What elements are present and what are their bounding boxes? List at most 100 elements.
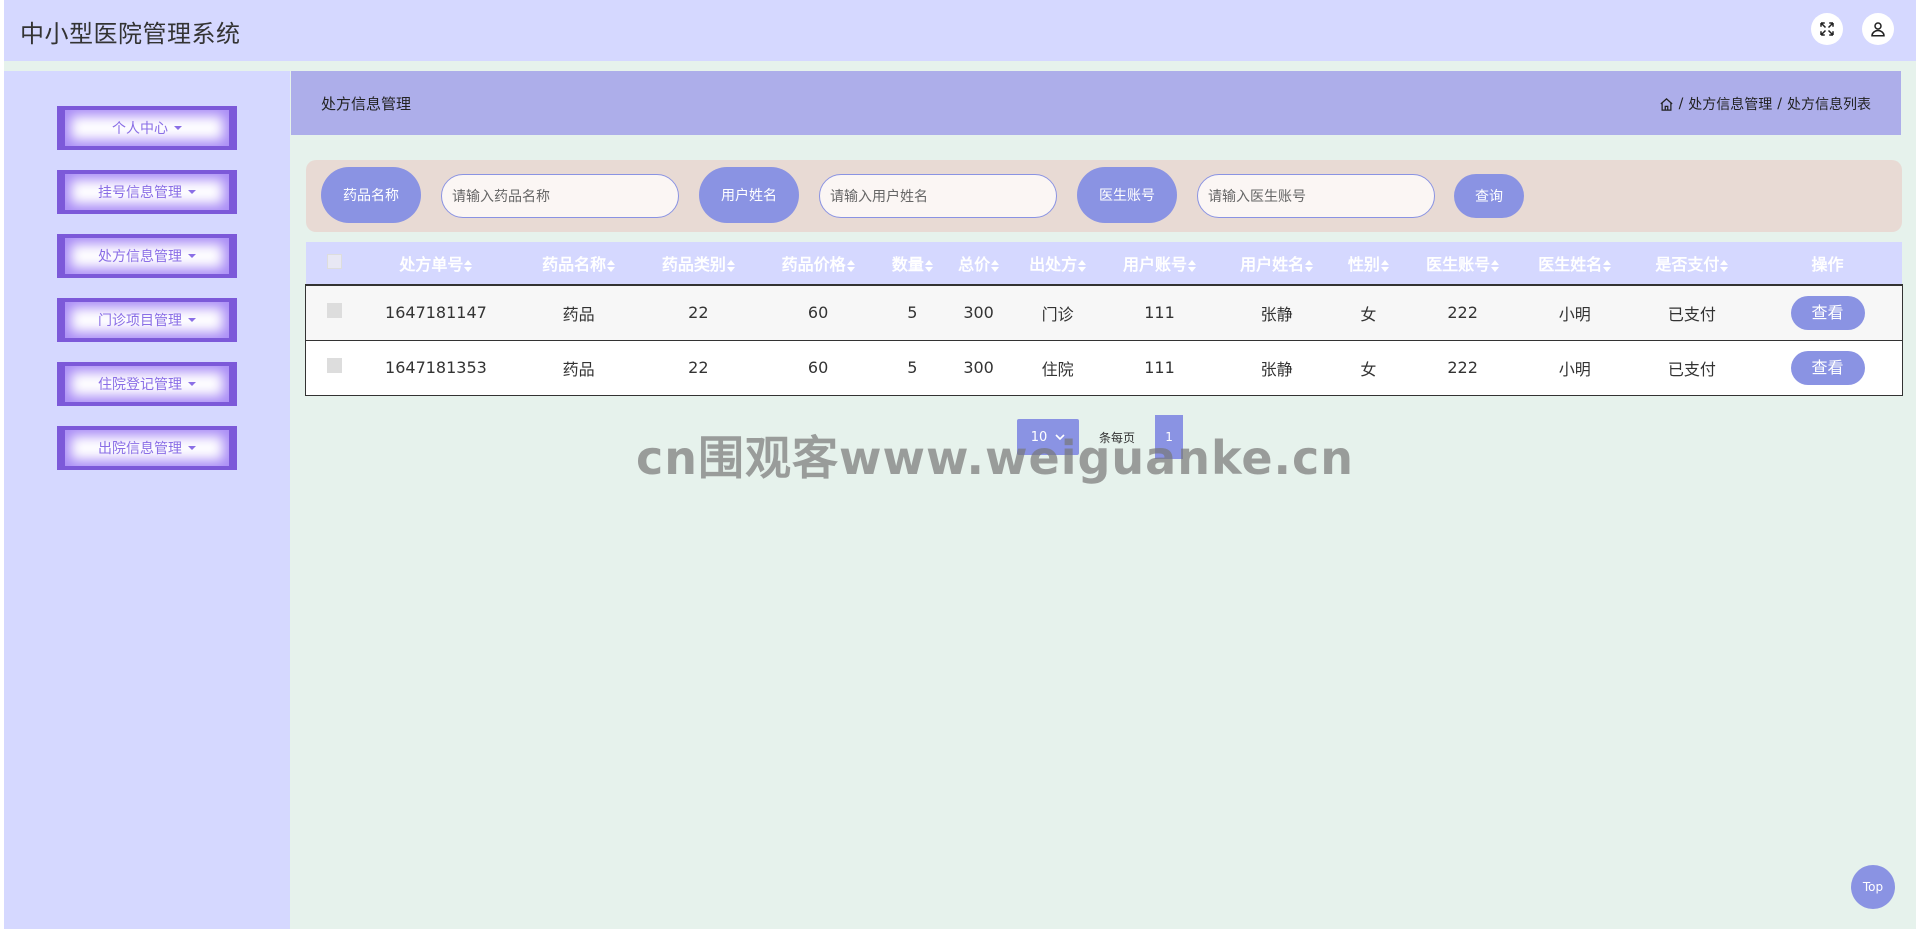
table-cell: 小明 bbox=[1518, 284, 1631, 341]
table-cell: 5 bbox=[886, 339, 938, 396]
sort-icon[interactable] bbox=[464, 259, 473, 272]
column-header[interactable]: 药品类别 bbox=[647, 242, 749, 285]
sidebar-item-label: 处方信息管理 bbox=[98, 249, 182, 265]
sort-icon[interactable] bbox=[1078, 259, 1087, 272]
sidebar-item-prescription[interactable]: 处方信息管理 bbox=[57, 234, 237, 278]
view-button[interactable]: 查看 bbox=[1790, 350, 1865, 385]
back-to-top-button[interactable]: Top bbox=[1851, 865, 1895, 909]
sort-icon[interactable] bbox=[726, 259, 735, 272]
sidebar-item-personal-center[interactable]: 个人中心 bbox=[57, 106, 237, 150]
watermark: cn围观客www.weiguanke.cn bbox=[636, 431, 1355, 485]
table-cell: 22 bbox=[647, 284, 750, 341]
column-header[interactable]: 性别 bbox=[1330, 242, 1406, 285]
sort-icon[interactable] bbox=[1380, 259, 1389, 272]
drug-name-input[interactable] bbox=[441, 174, 679, 218]
table-cell: 已支付 bbox=[1630, 284, 1754, 341]
table-cell: 222 bbox=[1406, 284, 1519, 341]
breadcrumb-item: 处方信息列表 bbox=[1787, 97, 1871, 113]
row-checkbox[interactable] bbox=[326, 358, 342, 373]
page-title: 处方信息管理 bbox=[321, 95, 412, 113]
doctor-account-input[interactable] bbox=[1197, 174, 1435, 218]
table-cell: 女 bbox=[1330, 284, 1407, 341]
column-header[interactable]: 药品价格 bbox=[749, 242, 887, 285]
column-header[interactable]: 用户姓名 bbox=[1223, 242, 1330, 285]
table-cell: 女 bbox=[1330, 339, 1407, 396]
user-name-label: 用户姓名 bbox=[699, 167, 799, 223]
select-all-cell bbox=[306, 242, 362, 285]
caret-down-icon bbox=[174, 126, 182, 130]
table-cell: 300 bbox=[937, 339, 1020, 396]
row-checkbox[interactable] bbox=[326, 303, 342, 318]
sidebar-item-label: 出院信息管理 bbox=[98, 441, 182, 457]
table-cell: 张静 bbox=[1223, 339, 1331, 396]
sidebar: 个人中心 挂号信息管理 处方信息管理 门诊项目管理 住院登记管理 出院信息管理 bbox=[4, 71, 290, 929]
prescription-table: 处方单号 药品名称 药品类别 药品价格 数量 总价 出处方 用户账号 用户姓名 … bbox=[305, 242, 1903, 396]
sort-icon[interactable] bbox=[1720, 259, 1729, 272]
column-header[interactable]: 是否支付 bbox=[1631, 242, 1753, 285]
table-cell: 60 bbox=[749, 284, 887, 341]
table-cell: 已支付 bbox=[1630, 339, 1754, 396]
user-name-input[interactable] bbox=[819, 174, 1057, 218]
sort-icon[interactable] bbox=[1305, 259, 1314, 272]
app-title: 中小型医院管理系统 bbox=[20, 20, 241, 48]
sidebar-item-discharge[interactable]: 出院信息管理 bbox=[57, 426, 237, 470]
table-cell: 张静 bbox=[1223, 284, 1331, 341]
caret-down-icon bbox=[188, 446, 196, 450]
table-cell: 60 bbox=[749, 339, 887, 396]
sort-icon[interactable] bbox=[924, 259, 933, 272]
breadcrumb-separator: / bbox=[1777, 96, 1782, 112]
user-icon[interactable] bbox=[1862, 13, 1894, 45]
sidebar-item-label: 个人中心 bbox=[112, 121, 168, 137]
column-header[interactable]: 处方单号 bbox=[362, 242, 510, 285]
table-cell: 300 bbox=[937, 284, 1020, 341]
sidebar-item-label: 挂号信息管理 bbox=[98, 185, 182, 201]
breadcrumb: / 处方信息管理 / 处方信息列表 bbox=[1659, 94, 1871, 114]
column-header[interactable]: 医生姓名 bbox=[1519, 242, 1631, 285]
sidebar-item-registration[interactable]: 挂号信息管理 bbox=[57, 170, 237, 214]
table-cell: 药品 bbox=[509, 284, 648, 341]
select-all-checkbox[interactable] bbox=[326, 253, 342, 269]
sidebar-item-label: 住院登记管理 bbox=[98, 377, 182, 393]
sort-icon[interactable] bbox=[991, 259, 1000, 272]
caret-down-icon bbox=[188, 190, 196, 194]
column-header[interactable]: 医生账号 bbox=[1407, 242, 1519, 285]
column-header[interactable]: 出处方 bbox=[1019, 242, 1095, 285]
drug-name-label: 药品名称 bbox=[321, 167, 421, 223]
view-button[interactable]: 查看 bbox=[1790, 295, 1865, 330]
column-header[interactable]: 总价 bbox=[938, 242, 1020, 285]
search-bar: 药品名称 用户姓名 医生账号 查询 bbox=[306, 160, 1902, 232]
breadcrumb-item[interactable]: 处方信息管理 bbox=[1688, 94, 1772, 114]
sort-icon[interactable] bbox=[1187, 259, 1196, 272]
sort-icon[interactable] bbox=[1603, 259, 1612, 272]
top-bar: 中小型医院管理系统 bbox=[4, 0, 1916, 61]
expand-icon[interactable] bbox=[1811, 13, 1843, 45]
column-header[interactable]: 数量 bbox=[887, 242, 938, 285]
table-cell: 222 bbox=[1406, 339, 1519, 396]
content-header: 处方信息管理 / 处方信息管理 / 处方信息列表 bbox=[291, 71, 1901, 135]
sidebar-item-label: 门诊项目管理 bbox=[98, 313, 182, 329]
table-cell: 小明 bbox=[1518, 339, 1631, 396]
table-cell: 门诊 bbox=[1019, 284, 1096, 341]
search-button[interactable]: 查询 bbox=[1454, 174, 1524, 218]
caret-down-icon bbox=[188, 254, 196, 258]
sidebar-item-admission[interactable]: 住院登记管理 bbox=[57, 362, 237, 406]
breadcrumb-separator: / bbox=[1678, 96, 1684, 112]
table-cell: 5 bbox=[886, 284, 938, 341]
caret-down-icon bbox=[188, 318, 196, 322]
doctor-account-label: 医生账号 bbox=[1077, 167, 1177, 223]
sort-icon[interactable] bbox=[607, 259, 616, 272]
column-header-actions: 操作 bbox=[1811, 255, 1844, 275]
sort-icon[interactable] bbox=[846, 259, 855, 272]
caret-down-icon bbox=[188, 382, 196, 386]
table-cell: 22 bbox=[647, 339, 750, 396]
table-header-row: 处方单号 药品名称 药品类别 药品价格 数量 总价 出处方 用户账号 用户姓名 … bbox=[306, 242, 1902, 285]
table-row: 1647181147 药品 22 60 5 300 门诊 111 张静 女 22… bbox=[306, 284, 1902, 341]
sort-icon[interactable] bbox=[1491, 259, 1500, 272]
column-header[interactable]: 药品名称 bbox=[510, 242, 648, 285]
table-cell: 111 bbox=[1095, 284, 1224, 341]
column-header[interactable]: 用户账号 bbox=[1096, 242, 1223, 285]
table-cell: 1647181147 bbox=[362, 284, 510, 341]
table-cell: 药品 bbox=[509, 339, 648, 396]
home-icon[interactable] bbox=[1659, 97, 1674, 112]
sidebar-item-outpatient[interactable]: 门诊项目管理 bbox=[57, 298, 237, 342]
